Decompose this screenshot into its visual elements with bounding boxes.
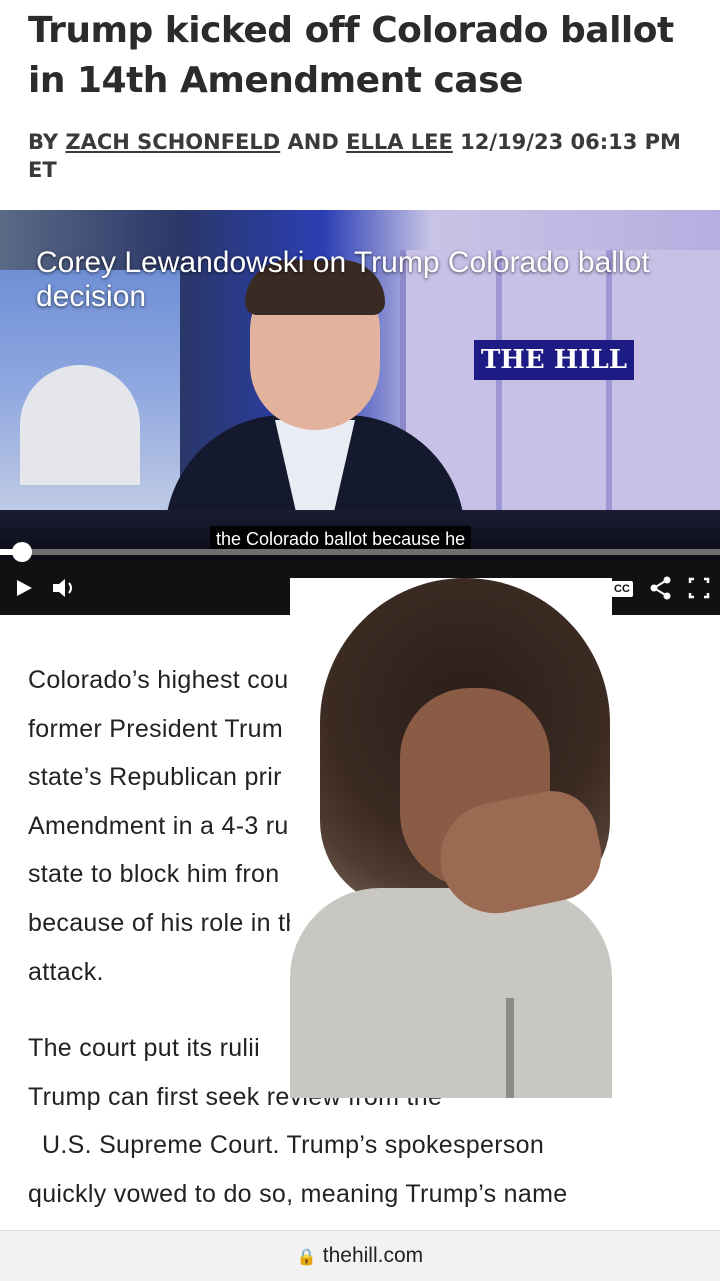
hoodie-zipper bbox=[506, 998, 514, 1098]
p2-line-4: quickly vowed to do so, meaning Trump’s … bbox=[28, 1179, 568, 1208]
p2-line-1a: The court put its rulii bbox=[28, 1034, 260, 1063]
volume-icon[interactable] bbox=[50, 574, 80, 602]
byline: BY ZACH SCHONFELD AND ELLA LEE 12/19/23 … bbox=[28, 128, 708, 184]
video-title: Corey Lewandowski on Trump Colorado ball… bbox=[36, 246, 650, 313]
p1-line-5a: state to block him fron bbox=[28, 860, 280, 889]
article-headline: Trump kicked off Colorado ballot in 14th… bbox=[28, 10, 674, 101]
p1-line-1a: Colorado’s highest cour bbox=[28, 666, 298, 694]
p1-line-6a: because of his role in the bbox=[28, 908, 314, 937]
closed-captions-button[interactable]: CC bbox=[609, 574, 635, 602]
creator-video-overlay bbox=[290, 578, 612, 1098]
author-link-1[interactable]: ZACH SCHONFELD bbox=[65, 130, 280, 154]
play-icon[interactable] bbox=[12, 574, 36, 602]
capitol-dome bbox=[20, 365, 140, 485]
url-display[interactable]: 🔒 thehill.com bbox=[0, 1243, 720, 1271]
cc-icon: CC bbox=[611, 581, 633, 598]
browser-address-bar[interactable]: 🔒 thehill.com bbox=[0, 1230, 720, 1281]
p1-line-3a: state’s Republican prir bbox=[28, 763, 282, 792]
video-progress-bar[interactable] bbox=[0, 542, 720, 562]
video-scrubber-handle[interactable] bbox=[12, 542, 32, 562]
lock-icon: 🔒 bbox=[296, 1249, 317, 1266]
p2-line-3: U.S. Supreme Court. Trump’s spokesperson bbox=[42, 1131, 545, 1160]
share-icon[interactable] bbox=[648, 574, 674, 602]
fullscreen-icon[interactable] bbox=[686, 574, 712, 602]
grey-hoodie bbox=[290, 888, 612, 1098]
byline-prefix: BY bbox=[28, 130, 59, 154]
author-link-2[interactable]: ELLA LEE bbox=[346, 130, 453, 154]
p1-line-2: former President Trum bbox=[28, 714, 283, 743]
p1-line-4a: Amendment in a 4-3 ru bbox=[28, 811, 289, 840]
p1-line-7: attack. bbox=[28, 957, 104, 986]
video-player[interactable]: THE HILL Corey Lewandowski on Trump Colo… bbox=[0, 210, 720, 615]
byline-and: AND bbox=[287, 130, 339, 154]
the-hill-logo: THE HILL bbox=[474, 340, 634, 380]
url-text: thehill.com bbox=[322, 1244, 424, 1267]
